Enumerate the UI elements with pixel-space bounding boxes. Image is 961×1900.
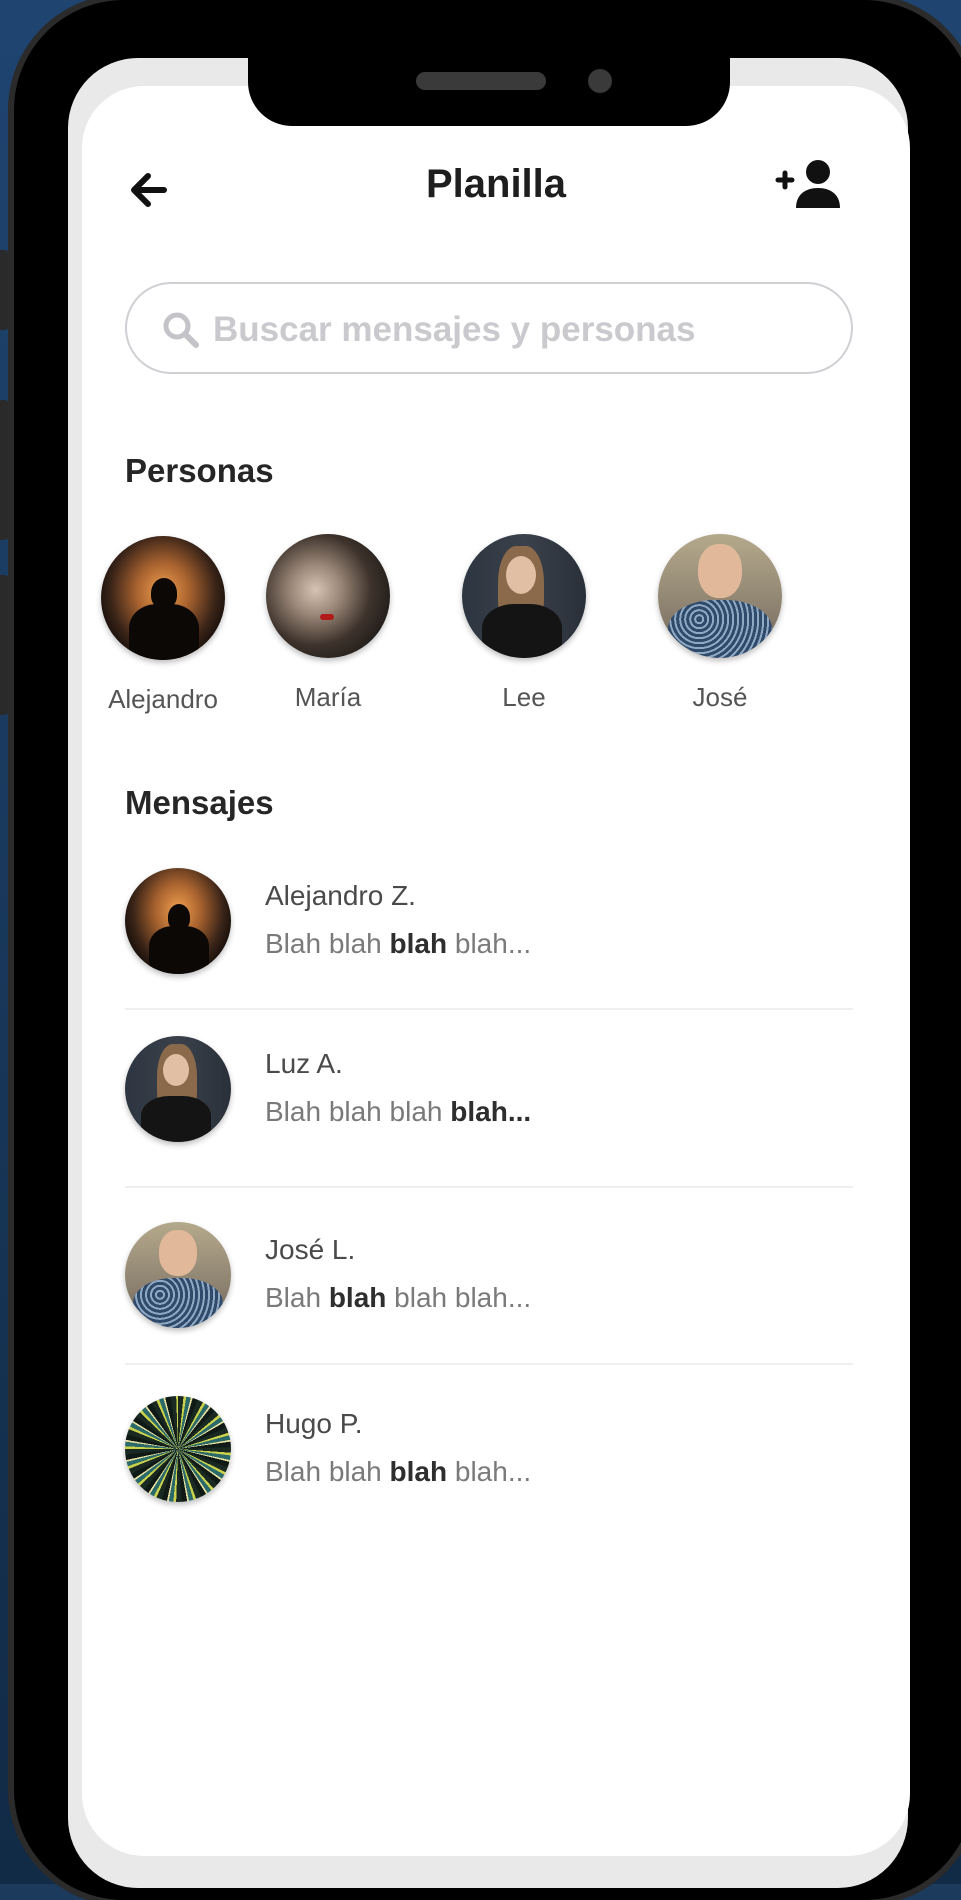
messages-section-title: Mensajes xyxy=(125,784,274,821)
add-person-icon xyxy=(775,160,840,208)
avatar xyxy=(658,534,782,658)
message-preview: Blah blah blah blah... xyxy=(265,1096,532,1127)
avatar xyxy=(462,534,586,658)
message-item[interactable]: Alejandro Z. Blah blah blah blah... xyxy=(125,868,853,988)
message-sender: Alejandro Z. xyxy=(265,880,416,911)
avatar xyxy=(266,534,390,658)
divider xyxy=(125,1363,853,1365)
person-name: José xyxy=(692,682,748,712)
speaker-grille xyxy=(416,72,546,90)
app-screen: Planilla Personas Alejandro María xyxy=(82,86,910,1856)
message-sender: Luz A. xyxy=(265,1048,343,1079)
phone-notch xyxy=(248,50,730,126)
person-name: María xyxy=(294,682,362,712)
message-sender: Hugo P. xyxy=(265,1408,363,1439)
avatar xyxy=(125,1036,231,1142)
person-name: Alejandro xyxy=(108,684,218,714)
avatar xyxy=(125,868,231,974)
people-section-title: Personas xyxy=(125,452,274,489)
message-item[interactable]: Luz A. Blah blah blah blah... xyxy=(125,1036,853,1156)
message-preview: Blah blah blah blah... xyxy=(265,928,532,959)
phone-side-button xyxy=(0,575,10,715)
divider xyxy=(125,1186,853,1188)
add-person-button[interactable] xyxy=(774,158,846,214)
person-item[interactable]: José xyxy=(640,534,800,713)
avatar xyxy=(101,536,225,660)
person-item[interactable]: Alejandro xyxy=(83,536,243,715)
search-bar[interactable] xyxy=(125,282,853,374)
message-item[interactable]: José L. Blah blah blah blah... xyxy=(125,1222,853,1342)
avatar xyxy=(125,1396,231,1502)
search-icon xyxy=(163,312,199,348)
message-item[interactable]: Hugo P. Blah blah blah blah... xyxy=(125,1396,853,1516)
phone-side-button xyxy=(0,400,10,540)
person-name: Lee xyxy=(502,682,546,712)
search-input[interactable] xyxy=(211,302,815,358)
avatar xyxy=(125,1222,231,1328)
message-preview: Blah blah blah blah... xyxy=(265,1282,532,1313)
phone-side-button xyxy=(0,250,10,330)
person-item[interactable]: Lee xyxy=(444,534,604,713)
front-camera xyxy=(588,69,612,93)
person-item[interactable]: María xyxy=(248,534,408,713)
message-preview: Blah blah blah blah... xyxy=(265,1456,532,1487)
message-sender: José L. xyxy=(265,1234,356,1265)
divider xyxy=(125,1008,853,1010)
